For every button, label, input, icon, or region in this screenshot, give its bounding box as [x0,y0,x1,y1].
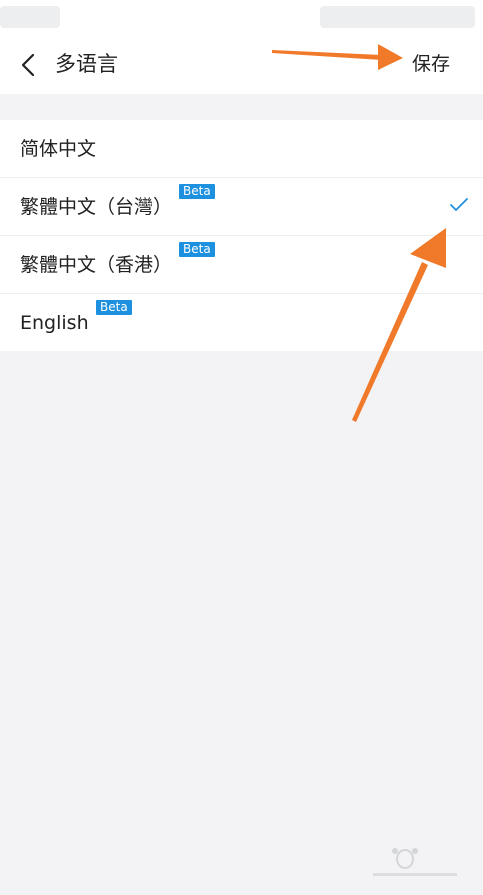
beta-badge: Beta [179,242,215,257]
navigation-bar: 多语言 保存 [0,32,483,94]
language-label: 繁體中文（台灣） [20,196,173,218]
language-option-english[interactable]: English Beta [0,294,483,351]
checkmark-icon [450,198,468,211]
language-label: 繁體中文（香港） [20,254,173,276]
watermark-logo [373,848,457,876]
status-bar-blurred-area [320,6,475,28]
save-button[interactable]: 保存 [412,50,450,78]
page-title: 多语言 [55,52,118,76]
status-bar-blurred-area [0,6,60,28]
language-label: 简体中文 [20,138,97,160]
beta-badge: Beta [179,184,215,199]
beta-badge: Beta [96,300,132,315]
language-option-simplified-chinese[interactable]: 简体中文 [0,120,483,178]
section-divider [0,94,483,120]
language-option-traditional-chinese-taiwan[interactable]: 繁體中文（台灣） Beta [0,178,483,236]
back-button[interactable] [14,49,46,81]
language-list: 简体中文 繁體中文（台灣） Beta 繁體中文（香港） Beta English… [0,120,483,351]
status-bar [0,0,483,32]
language-label: English [20,312,89,334]
language-option-traditional-chinese-hongkong[interactable]: 繁體中文（香港） Beta [0,236,483,294]
chevron-left-icon [21,53,35,77]
